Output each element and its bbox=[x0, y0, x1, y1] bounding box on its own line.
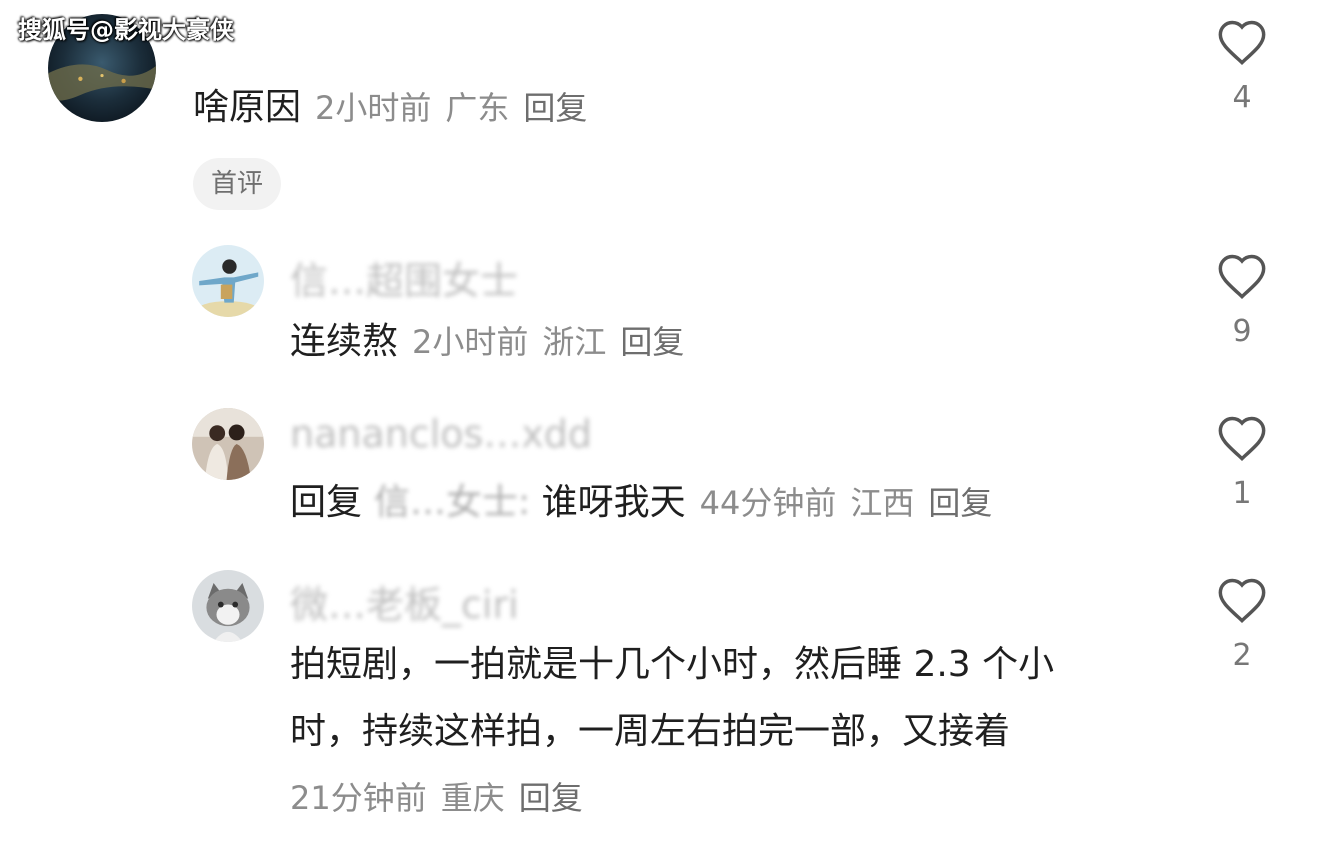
comment-text: 啥原因 bbox=[193, 87, 302, 128]
reply-button[interactable]: 回复 bbox=[620, 323, 684, 361]
like-count: 9 bbox=[1232, 314, 1252, 349]
comment-text: 时，持续这样拍，一周左右拍完一部，又接着 bbox=[290, 711, 1011, 752]
like-count: 4 bbox=[1232, 80, 1252, 115]
like-button[interactable]: 4 bbox=[1212, 18, 1272, 115]
comment-text: 拍短剧，一拍就是十几个小时，然后睡 2.3 个小 bbox=[290, 644, 1055, 685]
avatar[interactable] bbox=[192, 245, 264, 317]
avatar[interactable] bbox=[192, 570, 264, 642]
avatar[interactable] bbox=[192, 408, 264, 480]
comment-meta: 21分钟前 重庆 回复 bbox=[290, 776, 583, 820]
heart-outline-icon bbox=[1218, 254, 1266, 299]
first-comment-badge: 首评 bbox=[193, 158, 282, 210]
like-button[interactable]: 2 bbox=[1212, 576, 1272, 673]
comment-time: 21分钟前 bbox=[290, 779, 427, 817]
like-button[interactable]: 1 bbox=[1212, 414, 1272, 511]
reply-to-username[interactable]: 信…女士: bbox=[374, 482, 530, 523]
comment-location: 江西 bbox=[850, 484, 915, 522]
heart-outline-icon bbox=[1218, 20, 1266, 65]
reply-button[interactable]: 回复 bbox=[519, 779, 583, 817]
username[interactable]: 信…超围女士 bbox=[290, 250, 518, 305]
username[interactable]: 微…老板_ciri bbox=[290, 574, 519, 629]
watermark-text: 搜狐号@影视大豪侠 bbox=[18, 16, 234, 44]
heart-outline-icon bbox=[1218, 416, 1266, 461]
comment-text: 连续熬 bbox=[290, 321, 399, 362]
comment-line: 回复 信…女士: 谁呀我天 44分钟前 江西 回复 bbox=[290, 481, 992, 525]
comment-line: 啥原因 2小时前 广东 回复 bbox=[193, 86, 587, 130]
comment-location: 浙江 bbox=[542, 323, 607, 361]
comment-time: 2小时前 bbox=[315, 89, 432, 127]
like-count: 2 bbox=[1232, 638, 1252, 673]
like-button[interactable]: 9 bbox=[1212, 252, 1272, 349]
reply-button[interactable]: 回复 bbox=[523, 89, 587, 127]
comment-location: 广东 bbox=[445, 89, 510, 127]
reply-prefix: 回复 bbox=[290, 482, 363, 523]
comment-time: 44分钟前 bbox=[699, 484, 837, 522]
comment-text: 谁呀我天 bbox=[541, 482, 686, 523]
comment-location: 重庆 bbox=[440, 779, 505, 817]
like-count: 1 bbox=[1232, 476, 1252, 511]
comment-line: 连续熬 2小时前 浙江 回复 bbox=[290, 320, 684, 364]
username[interactable]: nananclos…xdd bbox=[290, 412, 592, 456]
heart-outline-icon bbox=[1218, 578, 1266, 623]
comment-time: 2小时前 bbox=[412, 323, 529, 361]
reply-button[interactable]: 回复 bbox=[928, 484, 992, 522]
